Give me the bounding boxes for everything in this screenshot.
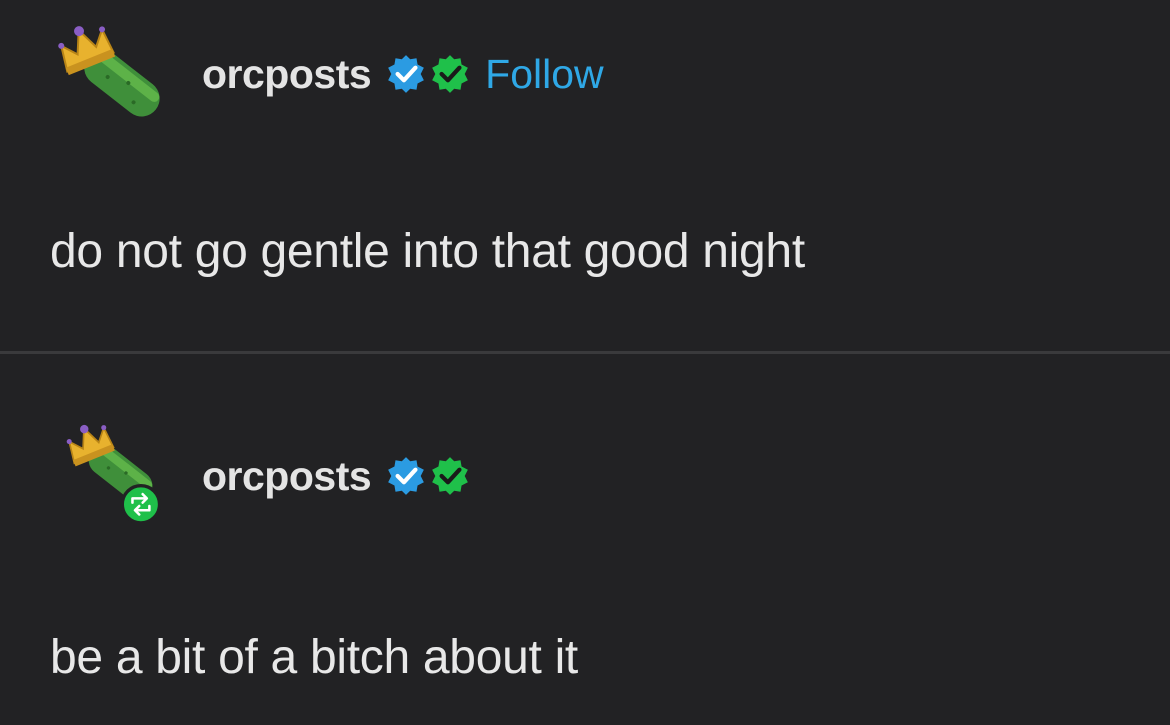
post-header: orcposts Follow	[202, 46, 604, 102]
follow-button[interactable]: Follow	[485, 51, 603, 98]
blue-verified-badge-icon	[388, 55, 425, 93]
post-header: orcposts	[202, 448, 473, 504]
avatar-crowned-cucumber-icon[interactable]	[48, 418, 178, 528]
post-divider	[0, 351, 1170, 354]
username-link[interactable]: orcposts	[202, 453, 372, 500]
reblog-icon	[120, 484, 162, 525]
post-body-text: do not go gentle into that good night	[50, 225, 805, 278]
username-link[interactable]: orcposts	[202, 51, 372, 98]
blue-verified-badge-icon	[388, 457, 425, 495]
green-verified-badge-icon	[432, 457, 469, 495]
post-body-text: be a bit of a bitch about it	[50, 631, 578, 684]
green-verified-badge-icon	[432, 55, 469, 93]
avatar-crowned-cucumber-icon[interactable]	[48, 18, 178, 128]
